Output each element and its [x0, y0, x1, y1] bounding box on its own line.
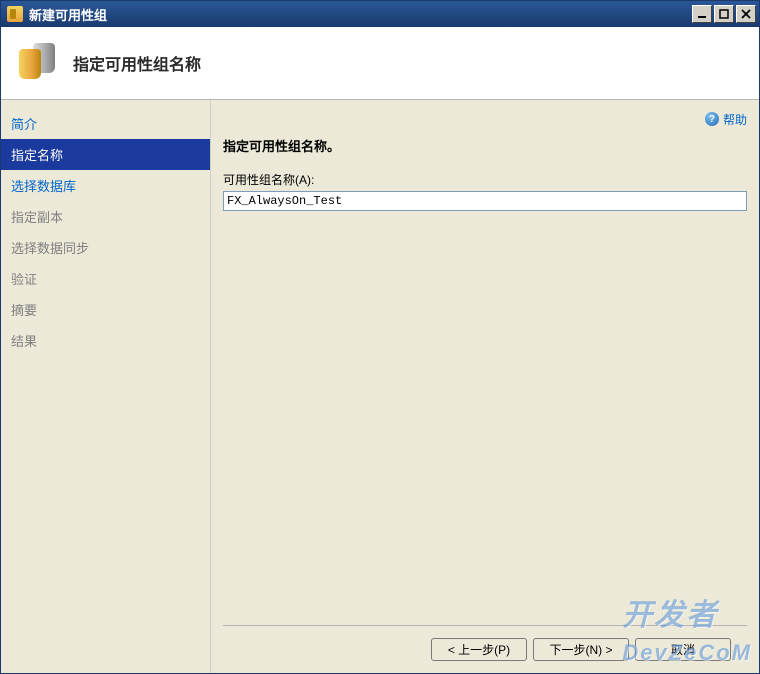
- sidebar: 简介 指定名称 选择数据库 指定副本 选择数据同步 验证 摘要 结果: [1, 100, 211, 673]
- sidebar-item-specify-name[interactable]: 指定名称: [1, 139, 210, 170]
- main-form: 指定可用性组名称。 可用性组名称(A):: [223, 130, 747, 625]
- next-button[interactable]: 下一步(N) >: [533, 638, 629, 661]
- footer: < 上一步(P) 下一步(N) > 取消: [223, 625, 747, 673]
- cancel-button[interactable]: 取消: [635, 638, 731, 661]
- titlebar: 新建可用性组: [1, 1, 759, 27]
- sidebar-item-summary: 摘要: [1, 294, 210, 325]
- content-pane: ? 帮助 指定可用性组名称。 可用性组名称(A): < 上一步(P) 下一步(N…: [211, 100, 759, 673]
- window-controls: [692, 5, 756, 23]
- maximize-button[interactable]: [714, 5, 734, 23]
- group-name-label: 可用性组名称(A):: [223, 171, 747, 188]
- help-label: 帮助: [723, 111, 747, 128]
- wizard-body: 简介 指定名称 选择数据库 指定副本 选择数据同步 验证 摘要 结果 ? 帮助 …: [1, 100, 759, 673]
- app-icon: [7, 6, 23, 22]
- wizard-window: 新建可用性组 指定可用性组名称 简介 指定名称 选择数据库 指定副本 选择数据同…: [0, 0, 760, 674]
- help-row: ? 帮助: [223, 108, 747, 130]
- sidebar-item-select-db[interactable]: 选择数据库: [1, 170, 210, 201]
- header-band: 指定可用性组名称: [1, 27, 759, 100]
- page-title: 指定可用性组名称: [73, 51, 201, 75]
- prompt-text: 指定可用性组名称。: [223, 136, 747, 155]
- sidebar-item-result: 结果: [1, 325, 210, 356]
- minimize-button[interactable]: [692, 5, 712, 23]
- help-icon: ?: [705, 112, 719, 126]
- database-icon: [19, 43, 59, 83]
- help-link[interactable]: ? 帮助: [705, 111, 747, 128]
- sidebar-item-validate: 验证: [1, 263, 210, 294]
- previous-button[interactable]: < 上一步(P): [431, 638, 527, 661]
- group-name-input[interactable]: [223, 191, 747, 211]
- sidebar-item-intro[interactable]: 简介: [1, 108, 210, 139]
- sidebar-item-specify-replica: 指定副本: [1, 201, 210, 232]
- close-button[interactable]: [736, 5, 756, 23]
- sidebar-item-data-sync: 选择数据同步: [1, 232, 210, 263]
- window-title: 新建可用性组: [29, 5, 692, 24]
